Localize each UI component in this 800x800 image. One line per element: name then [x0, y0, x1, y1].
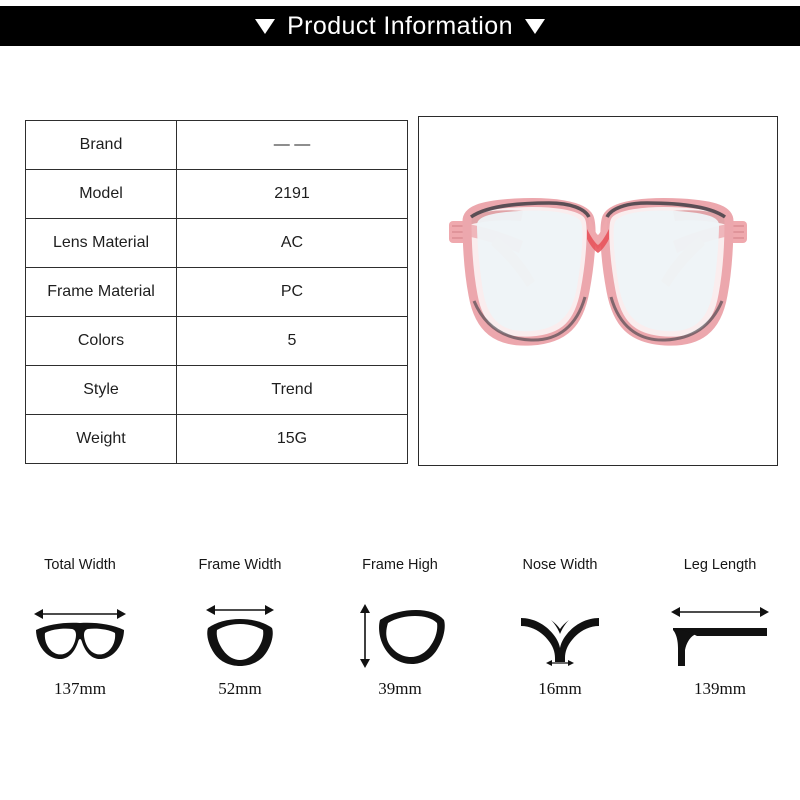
- spec-value-style: Trend: [176, 365, 408, 415]
- dimension-item-frame-high: Frame High 39mm: [320, 558, 480, 708]
- spec-table: Brand — — Model 2191 Lens Material AC Fr…: [25, 120, 408, 464]
- dimension-value: 139mm: [694, 679, 746, 698]
- temple-arm-icon: [671, 607, 769, 666]
- table-row: Brand — —: [25, 120, 408, 170]
- spec-value-frame-material: PC: [176, 267, 408, 317]
- table-row: Lens Material AC: [25, 218, 408, 268]
- table-row: Frame Material PC: [25, 267, 408, 317]
- dimension-value: 39mm: [378, 679, 422, 698]
- dimension-label: Leg Length: [683, 557, 757, 573]
- spec-label-model: Model: [25, 169, 177, 219]
- table-row: Model 2191: [25, 169, 408, 219]
- dimension-item-frame-width: Frame Width 52mm: [160, 558, 320, 708]
- dimension-value: 137mm: [54, 679, 106, 698]
- dimension-value: 52mm: [218, 679, 262, 698]
- dimension-item-nose-width: Nose Width 16mm: [480, 558, 640, 708]
- dimensions-row: Total Width 137mm Frame Width 52mm Frame…: [0, 558, 800, 708]
- page-title: Product Information: [287, 11, 513, 40]
- spec-value-brand: — —: [176, 120, 408, 170]
- nose-bridge-icon: [521, 618, 599, 666]
- dimension-label: Nose Width: [522, 557, 598, 573]
- spec-label-weight: Weight: [25, 414, 177, 464]
- dimension-figure: [32, 596, 128, 670]
- single-lens-icon: [206, 605, 274, 666]
- spec-label-frame-material: Frame Material: [25, 267, 177, 317]
- spec-label-lens-material: Lens Material: [25, 218, 177, 268]
- spec-value-weight: 15G: [176, 414, 408, 464]
- dimension-figure: [517, 596, 603, 670]
- table-row: Weight 15G: [25, 414, 408, 464]
- header-banner: Product Information: [0, 6, 800, 46]
- dimension-item-total-width: Total Width 137mm: [0, 558, 160, 708]
- eyeglasses-product-photo: [419, 117, 777, 465]
- dimension-item-leg-length: Leg Length 139mm: [640, 558, 800, 708]
- spec-value-colors: 5: [176, 316, 408, 366]
- dimension-label: Frame Width: [198, 557, 282, 573]
- dimension-value: 16mm: [538, 679, 582, 698]
- single-lens-icon: [360, 604, 445, 668]
- dimension-label: Total Width: [44, 557, 116, 573]
- dimension-figure: [200, 596, 280, 670]
- product-image-panel: [418, 116, 778, 466]
- down-triangle-icon-left: [255, 18, 276, 34]
- table-row: Style Trend: [25, 365, 408, 415]
- spec-label-brand: Brand: [25, 120, 177, 170]
- spec-value-lens-material: AC: [176, 218, 408, 268]
- spec-label-style: Style: [25, 365, 177, 415]
- dimension-figure: [354, 596, 446, 670]
- full-glasses-icon: [34, 609, 126, 660]
- dimension-figure: [667, 596, 773, 670]
- spec-label-colors: Colors: [25, 316, 177, 366]
- down-triangle-icon-right: [524, 18, 545, 34]
- spec-value-model: 2191: [176, 169, 408, 219]
- table-row: Colors 5: [25, 316, 408, 366]
- dimension-label: Frame High: [362, 557, 438, 573]
